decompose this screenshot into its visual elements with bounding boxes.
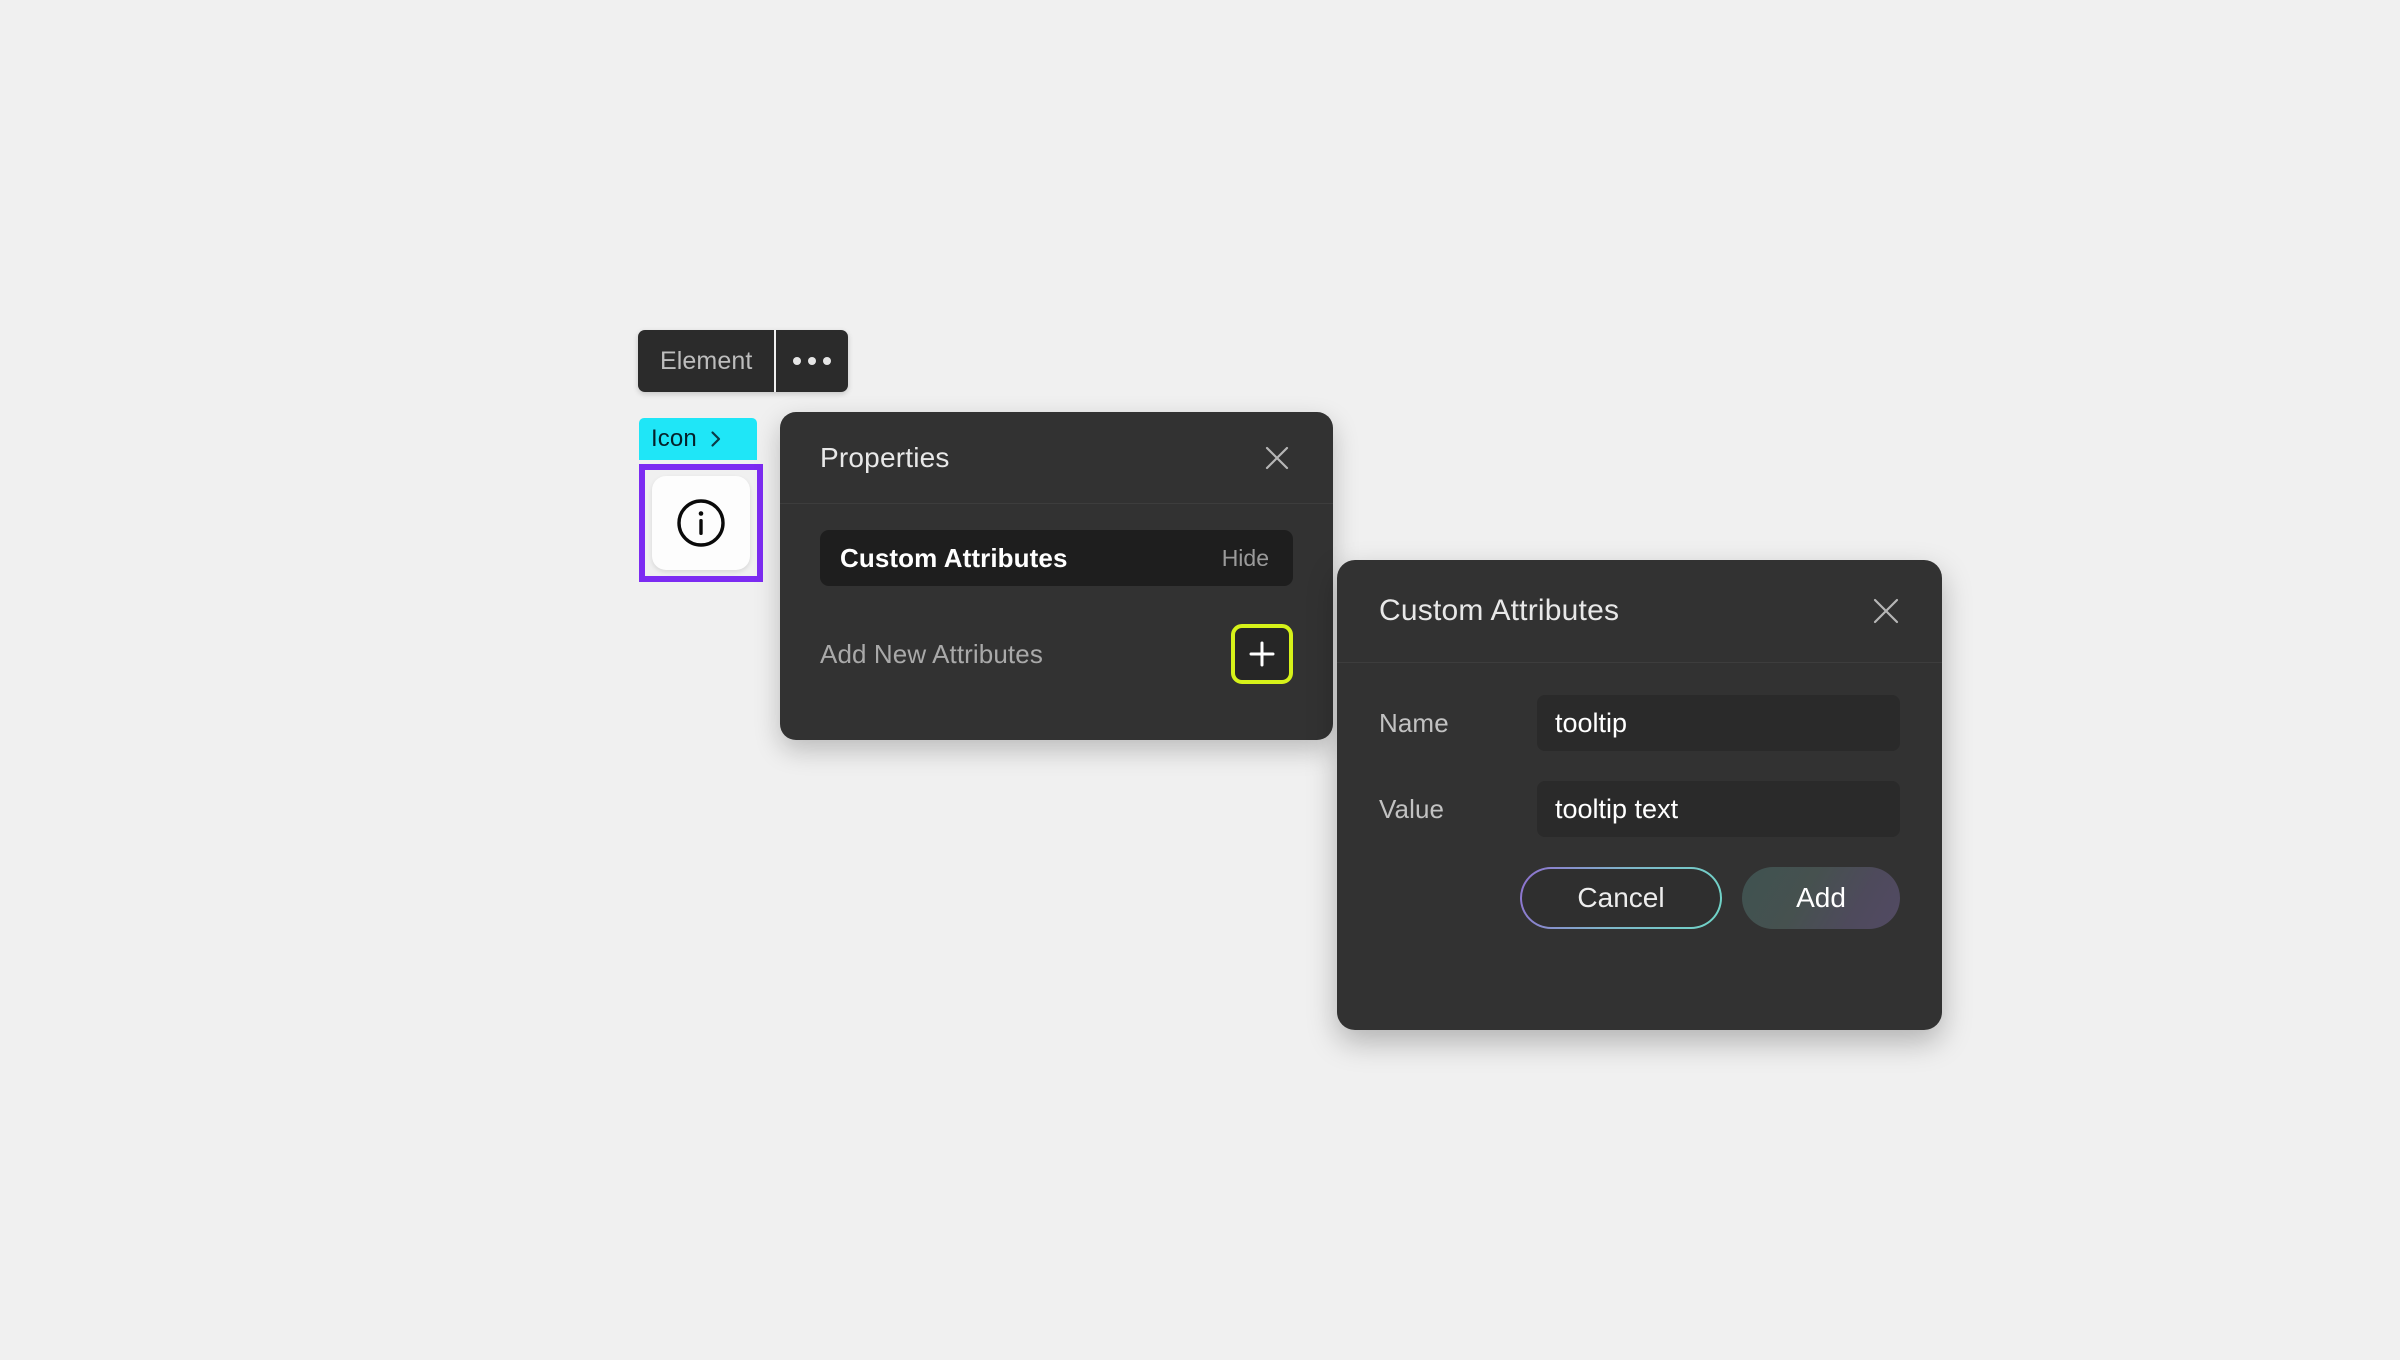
cancel-button[interactable]: Cancel bbox=[1520, 867, 1722, 929]
selection-badge-label: Icon bbox=[651, 425, 697, 452]
custom-attributes-dialog-title: Custom Attributes bbox=[1379, 594, 1620, 627]
element-toolbar[interactable]: Element bbox=[638, 330, 849, 392]
ellipsis-dot bbox=[793, 357, 802, 365]
custom-attributes-dialog-body: Name tooltip Value tooltip text Cancel A… bbox=[1337, 663, 1942, 929]
element-toolbar-label: Element bbox=[660, 346, 753, 375]
custom-attributes-dialog: Custom Attributes Name tooltip Value too… bbox=[1337, 560, 1942, 1030]
info-circle-icon bbox=[673, 495, 729, 551]
properties-panel-title: Properties bbox=[820, 441, 950, 473]
add-attribute-button[interactable] bbox=[1231, 624, 1293, 684]
add-button[interactable]: Add bbox=[1742, 867, 1900, 929]
selection-badge[interactable]: Icon bbox=[639, 418, 757, 460]
dialog-actions: Cancel Add bbox=[1379, 867, 1900, 929]
ellipsis-icon[interactable] bbox=[776, 330, 848, 392]
hide-toggle[interactable]: Hide bbox=[1222, 545, 1269, 572]
close-icon[interactable] bbox=[1255, 436, 1299, 480]
design-canvas: Element Icon Properties Custom Attribute… bbox=[0, 0, 2400, 1360]
name-field-row: Name tooltip bbox=[1379, 695, 1900, 751]
add-new-attributes-row: Add New Attributes bbox=[820, 624, 1293, 684]
selected-element-outline[interactable] bbox=[639, 464, 763, 582]
name-field-label: Name bbox=[1379, 707, 1449, 738]
value-field-label: Value bbox=[1379, 793, 1445, 824]
properties-panel-header: Properties bbox=[780, 412, 1333, 504]
custom-attributes-row-label: Custom Attributes bbox=[840, 542, 1068, 573]
ellipsis-dot bbox=[823, 357, 832, 365]
close-icon[interactable] bbox=[1864, 589, 1908, 633]
chevron-right-icon[interactable] bbox=[707, 430, 725, 448]
custom-attributes-dialog-header: Custom Attributes bbox=[1337, 560, 1942, 663]
plus-icon bbox=[1249, 641, 1275, 667]
properties-panel: Properties Custom Attributes Hide Add Ne… bbox=[780, 412, 1333, 740]
value-input[interactable]: tooltip text bbox=[1537, 781, 1900, 837]
custom-attributes-row[interactable]: Custom Attributes Hide bbox=[820, 530, 1293, 586]
add-new-attributes-label: Add New Attributes bbox=[820, 638, 1043, 669]
properties-panel-body: Custom Attributes Hide Add New Attribute… bbox=[780, 504, 1333, 684]
icon-tile[interactable] bbox=[652, 476, 750, 570]
ellipsis-dot bbox=[808, 357, 817, 365]
name-input[interactable]: tooltip bbox=[1537, 695, 1900, 751]
value-field-row: Value tooltip text bbox=[1379, 781, 1900, 837]
